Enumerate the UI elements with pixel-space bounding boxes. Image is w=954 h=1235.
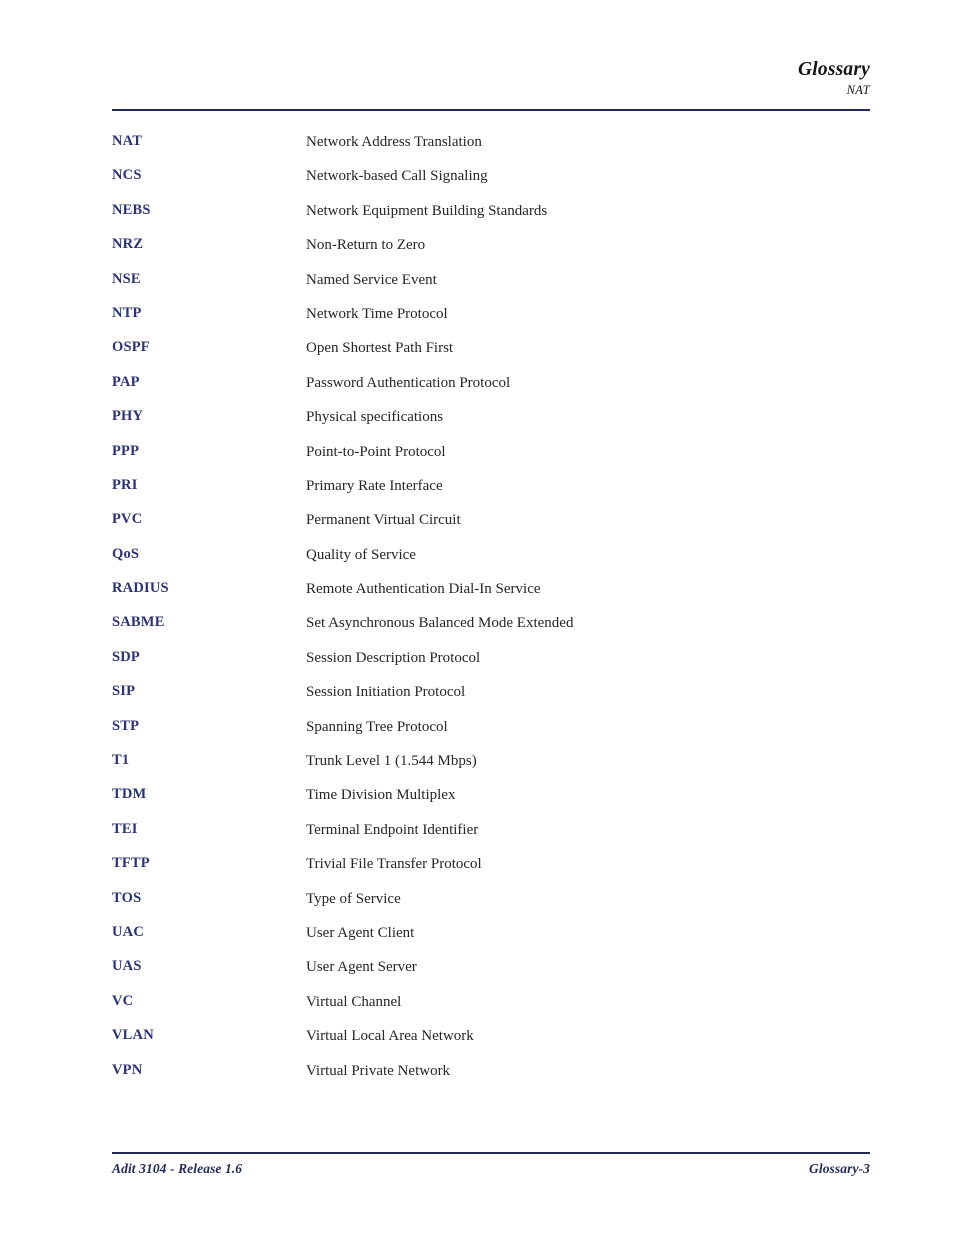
- glossary-term: QoS: [112, 545, 140, 562]
- glossary-entry: TOS Type of Service: [112, 889, 870, 923]
- glossary-term: OSPF: [112, 339, 150, 356]
- glossary-definition: Point-to-Point Protocol: [306, 443, 446, 460]
- glossary-entry: PHY Physical specifications: [112, 407, 870, 441]
- glossary-entry: SIP Session Initiation Protocol: [112, 682, 870, 716]
- glossary-entry: QoS Quality of Service: [112, 545, 870, 579]
- glossary-entry: TDM Time Division Multiplex: [112, 785, 870, 819]
- glossary-definition: Virtual Local Area Network: [306, 1028, 474, 1045]
- glossary-term: NTP: [112, 304, 142, 321]
- glossary-definition: Network-based Call Signaling: [306, 168, 488, 185]
- glossary-definition: Network Address Translation: [306, 134, 482, 150]
- glossary-term: NSE: [112, 270, 141, 287]
- glossary-term: RADIUS: [112, 580, 169, 597]
- header-divider: [112, 109, 870, 111]
- glossary-definition: Network Time Protocol: [306, 305, 448, 322]
- glossary-definition: Remote Authentication Dial-In Service: [306, 581, 541, 598]
- glossary-term: TEI: [112, 820, 138, 837]
- glossary-entry: NEBS Network Equipment Building Standards: [112, 201, 870, 235]
- glossary-definition: Non-Return to Zero: [306, 237, 426, 254]
- glossary-entry: PRI Primary Rate Interface: [112, 476, 870, 510]
- glossary-definition: Session Description Protocol: [306, 649, 481, 666]
- glossary-definition: Type of Service: [306, 890, 401, 907]
- glossary-term: VC: [112, 992, 134, 1009]
- footer-page-number: Glossary-3: [809, 1161, 870, 1176]
- glossary-term: PVC: [112, 511, 143, 528]
- glossary-list: NAT Network Address Translation NCS Network…: [112, 132, 870, 1095]
- glossary-entry: STP Spanning Tree Protocol: [112, 717, 870, 751]
- glossary-definition: Quality of Service: [306, 546, 416, 563]
- glossary-term: PRI: [112, 476, 138, 493]
- glossary-term: NCS: [112, 167, 142, 184]
- glossary-term: UAC: [112, 923, 145, 940]
- glossary-entry: VPN Virtual Private Network: [112, 1061, 870, 1095]
- glossary-definition: Permanent Virtual Circuit: [306, 512, 461, 529]
- glossary-definition: Terminal Endpoint Identifier: [306, 821, 479, 838]
- glossary-term: PHY: [112, 408, 144, 425]
- glossary-entry: SABME Set Asynchronous Balanced Mode Exte…: [112, 613, 870, 647]
- glossary-term: TOS: [112, 889, 142, 906]
- footer-divider: [112, 1152, 870, 1154]
- glossary-entry: SDP Session Description Protocol: [112, 648, 870, 682]
- glossary-definition: Physical specifications: [306, 409, 444, 426]
- glossary-definition: User Agent Server: [306, 959, 417, 976]
- glossary-entry: PVC Permanent Virtual Circuit: [112, 510, 870, 544]
- glossary-entry: NAT Network Address Translation: [112, 132, 870, 166]
- glossary-term: NAT: [112, 133, 143, 149]
- glossary-definition: Named Service Event: [306, 271, 437, 288]
- glossary-entry: VC Virtual Channel: [112, 992, 870, 1026]
- glossary-definition: Primary Rate Interface: [306, 477, 443, 494]
- glossary-term: PAP: [112, 373, 140, 390]
- glossary-definition: Virtual Private Network: [306, 1062, 451, 1079]
- glossary-entry: T1 Trunk Level 1 (1.544 Mbps): [112, 751, 870, 785]
- page-footer: Adit 3104 - Release 1.6 Glossary-3: [112, 1159, 870, 1179]
- glossary-definition: Virtual Channel: [306, 993, 402, 1010]
- glossary-entry: PAP Password Authentication Protocol: [112, 373, 870, 407]
- glossary-term: TDM: [112, 786, 147, 803]
- glossary-definition: Network Equipment Building Standards: [306, 202, 548, 219]
- glossary-term: UAS: [112, 958, 142, 975]
- glossary-entry: TEI Terminal Endpoint Identifier: [112, 820, 870, 854]
- glossary-definition: Set Asynchronous Balanced Mode Extended: [306, 615, 574, 632]
- glossary-definition: Session Initiation Protocol: [306, 684, 466, 701]
- glossary-term: SABME: [112, 614, 165, 631]
- glossary-entry: OSPF Open Shortest Path First: [112, 338, 870, 372]
- glossary-entry: NTP Network Time Protocol: [112, 304, 870, 338]
- glossary-entry: NCS Network-based Call Signaling: [112, 166, 870, 200]
- glossary-definition: User Agent Client: [306, 924, 415, 941]
- glossary-entry: RADIUS Remote Authentication Dial-In Serv…: [112, 579, 870, 613]
- page-title: Glossary: [797, 59, 870, 80]
- glossary-term: TFTP: [112, 855, 150, 872]
- glossary-term: VLAN: [112, 1027, 154, 1044]
- glossary-entry: UAS User Agent Server: [112, 957, 870, 991]
- header-section-label: NAT: [846, 83, 870, 97]
- glossary-entry: UAC User Agent Client: [112, 923, 870, 957]
- glossary-definition: Time Division Multiplex: [306, 787, 456, 804]
- glossary-term: PPP: [112, 442, 140, 459]
- glossary-term: STP: [112, 717, 140, 734]
- footer-product-release: Adit 3104 - Release 1.6: [112, 1161, 243, 1176]
- glossary-term: SDP: [112, 648, 140, 665]
- glossary-definition: Spanning Tree Protocol: [306, 718, 448, 735]
- glossary-definition: Password Authentication Protocol: [306, 374, 511, 391]
- glossary-term: VPN: [112, 1061, 143, 1078]
- glossary-term: NEBS: [112, 201, 151, 218]
- page-header: Glossary NAT: [112, 58, 870, 99]
- glossary-term: SIP: [112, 683, 136, 700]
- glossary-entry: NRZ Non-Return to Zero: [112, 235, 870, 269]
- glossary-definition: Open Shortest Path First: [306, 340, 454, 357]
- glossary-entry: PPP Point-to-Point Protocol: [112, 442, 870, 476]
- glossary-definition: Trunk Level 1 (1.544 Mbps): [306, 753, 477, 770]
- glossary-entry: VLAN Virtual Local Area Network: [112, 1026, 870, 1060]
- glossary-term: T1: [112, 752, 130, 769]
- glossary-term: NRZ: [112, 236, 144, 253]
- glossary-definition: Trivial File Transfer Protocol: [306, 856, 482, 873]
- glossary-entry: TFTP Trivial File Transfer Protocol: [112, 854, 870, 888]
- document-page: Glossary NAT NAT Network Address Translat…: [0, 0, 954, 1235]
- glossary-entry: NSE Named Service Event: [112, 270, 870, 304]
